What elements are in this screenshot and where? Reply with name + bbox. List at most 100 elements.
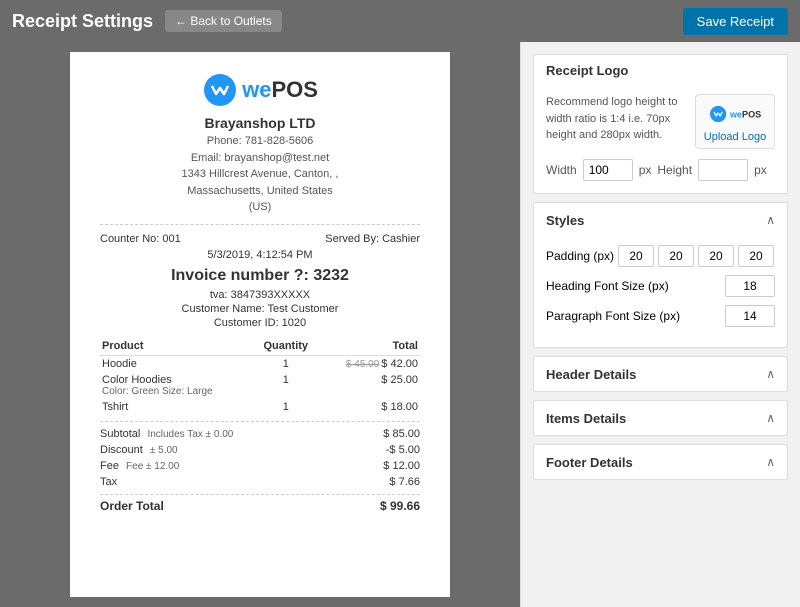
summary-tax-row: Tax $ 7.66 [100,474,420,490]
receipt-items-table: Product Quantity Total Hoodie1$ 45.00$ 4… [100,337,420,415]
item-price-cell: $ 45.00$ 42.00 [318,355,420,372]
item-qty-cell: 1 [253,355,318,372]
styles-section-header[interactable]: Styles [534,203,787,237]
logo-section-body: Recommend logo height to width ratio is … [534,86,787,193]
items-details-section: Items Details [533,400,788,436]
width-unit: px [639,163,652,177]
logo-preview-box: wePOS Upload Logo [695,94,775,149]
save-receipt-button[interactable]: Save Receipt [683,8,788,35]
shop-name: Brayanshop LTD [100,115,420,131]
items-details-header[interactable]: Items Details [534,401,787,435]
styles-section-body: Padding (px) Heading Font Size (px) Para… [534,237,787,347]
footer-chevron-up-icon [766,453,775,471]
padding-bottom-input[interactable] [698,245,734,267]
order-total-label: Order Total [100,499,164,513]
counter-no: Counter No: 001 [100,233,181,245]
receipt-invoice-number: Invoice number ?: 3232 [100,267,420,285]
paragraph-font-row: Paragraph Font Size (px) [546,305,775,327]
discount-value: -$ 5.00 [386,444,420,456]
col-product: Product [100,337,253,356]
right-panel: Receipt Logo Recommend logo height to wi… [520,42,800,607]
table-row: Tshirt1$ 18.00 [100,399,420,415]
tax-value: $ 7.66 [389,476,420,488]
page-title: Receipt Settings [12,11,153,32]
header-details-section: Header Details [533,356,788,392]
item-name-cell: Color HoodiesColor: Green Size: Large [100,372,253,399]
wepos-logo-text: wePOS [242,77,318,103]
item-name-cell: Hoodie [100,355,253,372]
paragraph-font-label: Paragraph Font Size (px) [546,309,680,323]
paragraph-font-input[interactable] [725,305,775,327]
receipt-preview-area: wePOS Brayanshop LTD Phone: 781-828-5606… [0,42,520,607]
padding-left-input[interactable] [738,245,774,267]
logo-section-header[interactable]: Receipt Logo [534,55,787,86]
item-name-cell: Tshirt [100,399,253,415]
discount-label: Discount ± 5.00 [100,444,178,456]
receipt-phone: Phone: 781-828-5606 [100,133,420,150]
heading-font-row: Heading Font Size (px) [546,275,775,297]
dimension-row: Width px Height px [546,159,775,181]
receipt-customer-id: Customer ID: 1020 [100,317,420,329]
footer-details-header[interactable]: Footer Details [534,445,787,479]
width-input[interactable] [583,159,633,181]
padding-top-input[interactable] [618,245,654,267]
styles-section: Styles Padding (px) Heading Font Size (p… [533,202,788,348]
styles-section-title: Styles [546,213,584,228]
receipt-tva: tva: 3847393XXXXX [100,289,420,301]
col-quantity: Quantity [253,337,318,356]
footer-details-section: Footer Details [533,444,788,480]
receipt-divider-1 [100,224,420,225]
items-chevron-up-icon [766,409,775,427]
footer-details-title: Footer Details [546,455,633,470]
heading-font-label: Heading Font Size (px) [546,279,669,293]
col-total: Total [318,337,420,356]
order-total-value: $ 99.66 [380,499,420,513]
table-row: Color HoodiesColor: Green Size: Large1$ … [100,372,420,399]
styles-chevron-up-icon [766,211,775,229]
logo-section: Receipt Logo Recommend logo height to wi… [533,54,788,194]
tax-label: Tax [100,476,117,488]
receipt-customer-name: Customer Name: Test Customer [100,303,420,315]
items-details-title: Items Details [546,411,626,426]
receipt-datetime: 5/3/2019, 4:12:54 PM [100,249,420,261]
summary-order-total-row: Order Total $ 99.66 [100,494,420,515]
summary-fee-row: Fee Fee ± 12.00 $ 12.00 [100,458,420,474]
header-details-header[interactable]: Header Details [534,357,787,391]
summary-discount-row: Discount ± 5.00 -$ 5.00 [100,442,420,458]
subtotal-label: Subtotal Includes Tax ± 0.00 [100,428,233,440]
padding-label: Padding (px) [546,249,614,263]
item-price-cell: $ 18.00 [318,399,420,415]
height-input[interactable] [698,159,748,181]
receipt-paper: wePOS Brayanshop LTD Phone: 781-828-5606… [70,52,450,597]
item-price-cell: $ 25.00 [318,372,420,399]
summary-subtotal-row: Subtotal Includes Tax ± 0.00 $ 85.00 [100,426,420,442]
logo-upload-info: Recommend logo height to width ratio is … [546,94,685,144]
table-row: Hoodie1$ 45.00$ 42.00 [100,355,420,372]
height-unit: px [754,163,767,177]
served-by: Served By: Cashier [325,233,420,245]
item-qty-cell: 1 [253,372,318,399]
item-qty-cell: 1 [253,399,318,415]
receipt-address2: Massachusetts, United States [100,183,420,200]
receipt-counter-row: Counter No: 001 Served By: Cashier [100,233,420,245]
receipt-email: Email: brayanshop@test.net [100,150,420,167]
logo-section-title: Receipt Logo [546,63,628,78]
header-details-title: Header Details [546,367,636,382]
receipt-summary: Subtotal Includes Tax ± 0.00 $ 85.00 Dis… [100,421,420,515]
receipt-address: 1343 Hillcrest Avenue, Canton, , [100,166,420,183]
fee-value: $ 12.00 [383,460,420,472]
height-label: Height [657,163,692,177]
padding-right-input[interactable] [658,245,694,267]
wepos-logo-icon [202,72,238,108]
fee-label: Fee Fee ± 12.00 [100,460,179,472]
subtotal-value: $ 85.00 [383,428,420,440]
receipt-country: (US) [100,199,420,216]
width-label: Width [546,163,577,177]
upload-logo-link[interactable]: Upload Logo [704,131,766,143]
padding-row: Padding (px) [546,245,775,267]
back-to-outlets-link[interactable]: ← Back to Outlets [165,10,282,32]
heading-font-input[interactable] [725,275,775,297]
receipt-logo-area: wePOS [100,72,420,111]
header-chevron-up-icon [766,365,775,383]
logo-preview-icon [709,105,727,123]
